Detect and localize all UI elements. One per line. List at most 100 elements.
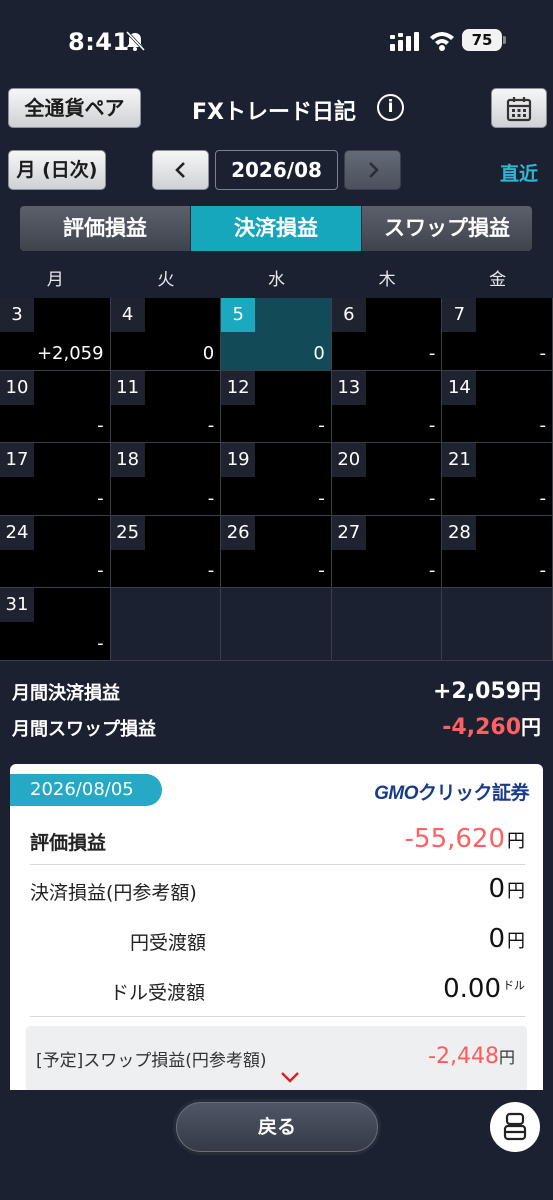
day-number: 25: [110, 515, 145, 550]
valuation-label: 評価損益: [30, 832, 107, 854]
day-number: 13: [331, 370, 366, 405]
calendar-day-cell[interactable]: 27 -: [331, 515, 443, 589]
day-number: 12: [221, 370, 256, 405]
dollar-unit: ドル: [503, 979, 525, 992]
day-pnl-value: -: [97, 560, 104, 582]
calendar-day-cell[interactable]: 10 -: [0, 370, 111, 444]
tab-swap-pnl[interactable]: スワップ損益: [361, 206, 532, 251]
calendar-day-cell[interactable]: 3 +2,059: [0, 298, 111, 371]
day-pnl-value: -: [428, 415, 436, 437]
settlement-label: 決済損益(円参考額): [30, 882, 197, 904]
yen-unit: 円: [498, 1048, 515, 1067]
calendar-day-cell[interactable]: 17 -: [0, 443, 111, 516]
yen-unit: 円: [521, 715, 541, 739]
calendar-day-cell[interactable]: 12 -: [221, 370, 332, 444]
yen-unit: 円: [507, 931, 525, 952]
calendar-day-cell[interactable]: 25 -: [110, 515, 222, 589]
valuation-value: -55,620 円: [405, 824, 525, 854]
valuation-amount: -55,620: [404, 824, 505, 854]
calendar-day-cell[interactable]: 21 -: [442, 443, 553, 516]
back-button[interactable]: 戻る: [176, 1102, 378, 1152]
day-number: 11: [110, 370, 145, 405]
floating-menu-button[interactable]: [490, 1102, 540, 1152]
calendar-day-cell[interactable]: 14 -: [442, 370, 553, 444]
next-month-button[interactable]: [344, 150, 401, 190]
calendar-day-cell[interactable]: 24 -: [0, 515, 111, 589]
bell-muted-icon: [125, 30, 146, 52]
row-divider: [30, 864, 525, 865]
chevron-left-icon: [174, 162, 185, 178]
calendar-button[interactable]: [491, 88, 547, 128]
weekday-label: 金: [489, 270, 507, 290]
day-pnl-value: -: [318, 560, 325, 582]
weekday-header: 月 火 水 木 金: [0, 262, 553, 298]
dollar-transfer-value: 0.00 ドル: [443, 974, 525, 1004]
day-pnl-value: -: [539, 415, 546, 437]
calendar-day-cell[interactable]: 50: [221, 298, 332, 371]
day-number: 17: [0, 443, 34, 478]
period-mode-button[interactable]: 月 (日次): [8, 150, 106, 190]
weekday-label: 月: [46, 270, 64, 290]
day-number: 31: [0, 588, 34, 623]
day-pnl-value: +2,059: [36, 342, 104, 364]
monthly-swap-amount: -4,260: [442, 715, 521, 740]
day-pnl-value: -: [207, 415, 215, 437]
monthly-swap-label: 月間スワップ損益: [12, 719, 156, 740]
chevron-down-icon[interactable]: [280, 1070, 300, 1084]
day-pnl-value: -: [207, 487, 215, 509]
calendar-day-cell[interactable]: 7-: [442, 298, 553, 371]
day-pnl-value: -: [428, 342, 436, 364]
weekday-label: 火: [157, 270, 175, 290]
day-number: 5: [221, 298, 256, 332]
day-pnl-value: -: [318, 415, 325, 437]
calendar-day-cell[interactable]: 11 -: [110, 370, 222, 444]
day-pnl-value: -: [97, 632, 104, 654]
monthly-settlement-label: 月間決済損益: [12, 683, 120, 704]
day-number: 4: [110, 298, 145, 332]
day-pnl-value: -: [539, 487, 546, 509]
monthly-settlement-value: +2,059円: [433, 675, 541, 704]
day-pnl-value: -: [318, 487, 325, 509]
brand-name: クリック証券: [417, 783, 530, 804]
prev-month-button[interactable]: [152, 150, 209, 190]
bottom-bar: 戻る: [0, 1090, 553, 1200]
tab-settlement-pnl[interactable]: 決済損益: [190, 206, 361, 251]
settlement-row: 決済損益(円参考額) 0円: [30, 866, 525, 916]
valuation-row: 評価損益 -55,620 円: [30, 816, 525, 866]
weekday-label: 木: [378, 270, 396, 290]
monthly-settlement-amount: +2,059: [432, 679, 521, 704]
currency-pair-button[interactable]: 全通貨ペア: [8, 88, 141, 128]
chevron-right-icon: [369, 162, 379, 178]
day-number: 18: [110, 443, 145, 478]
day-pnl-value: -: [97, 487, 104, 509]
day-number: 7: [442, 298, 477, 332]
calendar-day-cell[interactable]: 20 -: [331, 443, 443, 516]
stack-icon: [503, 1112, 527, 1141]
battery-indicator: 75: [462, 29, 502, 51]
calendar-day-cell[interactable]: 28 -: [442, 515, 553, 589]
calendar-day-cell[interactable]: 31 -: [0, 588, 111, 661]
day-number: 20: [331, 443, 366, 478]
calendar-day-cell[interactable]: 13 -: [331, 370, 443, 444]
calendar-day-cell[interactable]: 6-: [331, 298, 443, 371]
brand-logo: GMOクリック証券: [374, 778, 529, 805]
recent-link[interactable]: 直近: [500, 159, 538, 186]
dollar-transfer-label: ドル受渡額: [110, 982, 206, 1004]
info-icon[interactable]: i: [377, 94, 404, 121]
day-pnl-value: 0: [313, 342, 325, 364]
day-pnl-value: -: [539, 560, 546, 582]
day-pnl-value: 0: [202, 342, 215, 364]
calendar-day-cell[interactable]: 40: [110, 298, 222, 371]
day-pnl-value: -: [97, 415, 104, 437]
cellular-signal-icon: [390, 32, 419, 51]
calendar-day-cell[interactable]: 26 -: [221, 515, 332, 589]
calendar-icon: [506, 97, 532, 122]
day-pnl-value: -: [428, 487, 436, 509]
monthly-summary: 月間決済損益 +2,059円 月間スワップ損益 -4,260円: [0, 661, 553, 755]
calendar-day-cell[interactable]: 18 -: [110, 443, 222, 516]
dollar-transfer-row: ドル受渡額 0.00 ドル: [30, 966, 525, 1016]
day-number: 27: [331, 515, 366, 550]
calendar-day-cell[interactable]: 19 -: [221, 443, 332, 516]
tab-valuation-pnl[interactable]: 評価損益: [20, 206, 190, 251]
row-divider: [30, 1016, 525, 1017]
